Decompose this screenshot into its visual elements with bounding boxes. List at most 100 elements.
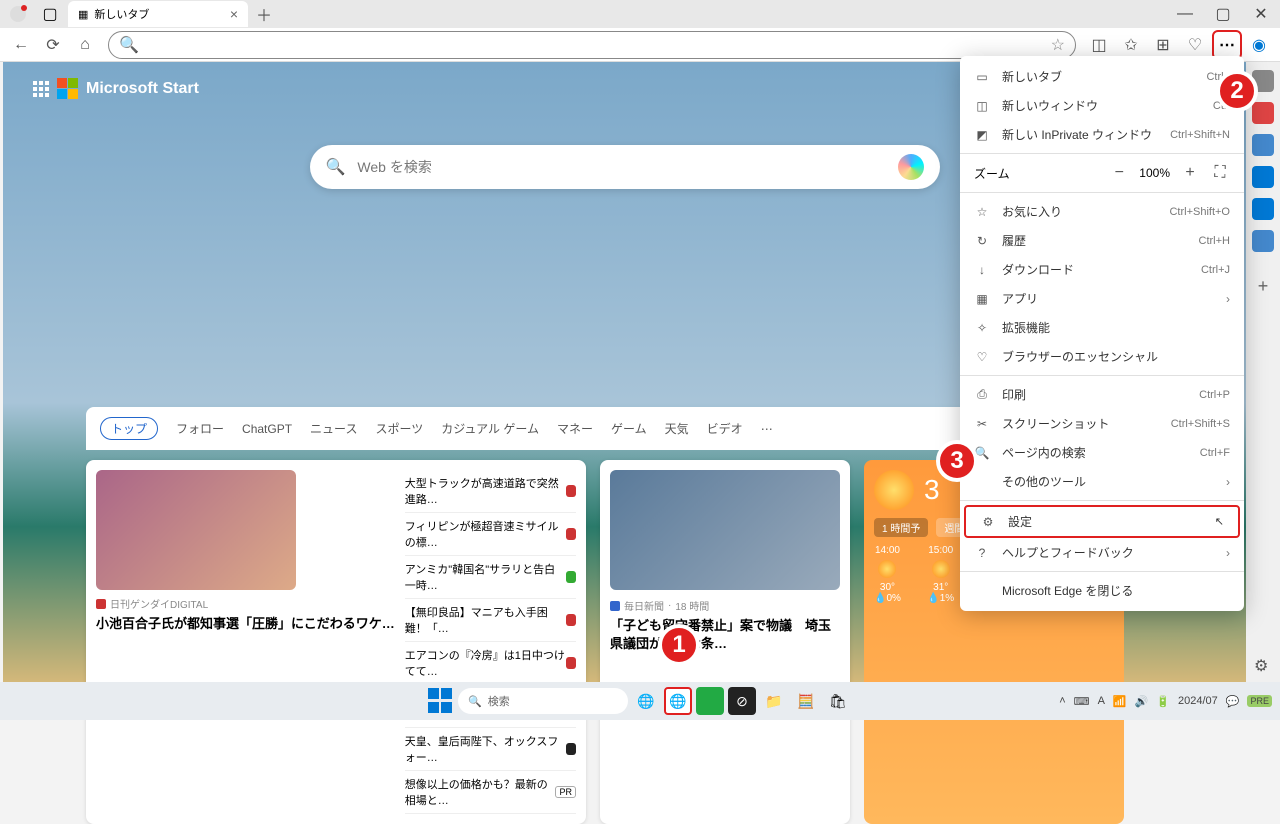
history-icon: ↻ xyxy=(974,233,990,249)
more-button[interactable]: ⋯ xyxy=(1212,30,1242,60)
feed-tab[interactable]: ゲーム xyxy=(611,420,647,437)
chevron-right-icon: › xyxy=(1226,292,1230,306)
menu-downloads[interactable]: ↓ダウンロードCtrl+J xyxy=(960,255,1244,284)
page-title: Microsoft Start xyxy=(86,80,199,98)
copilot-button[interactable]: ◉ xyxy=(1244,30,1274,60)
news-card[interactable]: 毎日新聞 · 18 時間 「子ども留守番禁止」案で物議 埼玉県議団が新たな条… xyxy=(600,460,850,824)
back-button[interactable]: ← xyxy=(6,30,36,60)
close-button[interactable]: ✕ xyxy=(1242,0,1280,28)
maximize-button[interactable]: ▢ xyxy=(1204,0,1242,28)
menu-new-inprivate[interactable]: ◩新しい InPrivate ウィンドウCtrl+Shift+N xyxy=(960,120,1244,149)
battery-icon[interactable]: 🔋 xyxy=(1156,695,1170,708)
keyboard-icon[interactable]: ⌨ xyxy=(1074,695,1090,708)
taskbar-calculator[interactable]: 🧮 xyxy=(792,687,820,715)
menu-history[interactable]: ↻履歴Ctrl+H xyxy=(960,226,1244,255)
address-bar[interactable]: 🔍 ☆ xyxy=(108,31,1076,59)
wifi-icon[interactable]: 📶 xyxy=(1113,695,1127,708)
browser-essentials-button[interactable]: ♡ xyxy=(1180,30,1210,60)
clock[interactable]: 2024/07 xyxy=(1178,695,1218,707)
search-icon: 🔍 xyxy=(119,35,139,55)
taskbar-edge[interactable]: 🌐 xyxy=(664,687,692,715)
menu-new-tab[interactable]: ▭新しいタブCtrl+ xyxy=(960,62,1244,91)
feed-more-icon[interactable]: ⋯ xyxy=(761,422,773,436)
copilot-icon[interactable] xyxy=(898,154,924,180)
sidebar-m365-icon[interactable] xyxy=(1252,166,1274,188)
menu-help[interactable]: ?ヘルプとフィードバック› xyxy=(960,538,1244,567)
search-box[interactable]: 🔍 Web を検索 xyxy=(310,145,940,189)
taskbar-app[interactable]: ⊘ xyxy=(728,687,756,715)
taskbar-search[interactable]: 🔍検索 xyxy=(458,688,628,714)
volume-icon[interactable]: 🔊 xyxy=(1135,695,1149,708)
menu-extensions[interactable]: ✧拡張機能 xyxy=(960,313,1244,342)
cursor-icon: ↖ xyxy=(1215,515,1224,528)
feed-tab[interactable]: ChatGPT xyxy=(242,422,292,436)
microsoft-logo xyxy=(57,78,78,99)
taskbar-explorer[interactable]: 📁 xyxy=(760,687,788,715)
profile-button[interactable] xyxy=(10,6,26,22)
collections-button[interactable]: ⊞ xyxy=(1148,30,1178,60)
menu-find[interactable]: 🔍ページ内の検索Ctrl+F xyxy=(960,438,1244,467)
new-tab-button[interactable]: ＋ xyxy=(256,2,272,26)
help-icon: ? xyxy=(974,545,990,561)
menu-more-tools[interactable]: その他のツール› xyxy=(960,467,1244,496)
sidebar-tools-icon[interactable] xyxy=(1252,134,1274,156)
taskbar-app[interactable] xyxy=(696,687,724,715)
browser-tab[interactable]: ▦ 新しいタブ × xyxy=(68,1,248,27)
extensions-icon: ✧ xyxy=(974,320,990,336)
refresh-button[interactable]: ⟳ xyxy=(38,30,68,60)
menu-apps[interactable]: ▦アプリ› xyxy=(960,284,1244,313)
gear-icon: ⚙ xyxy=(980,514,996,530)
system-tray[interactable]: ˄ ⌨ A 📶 🔊 🔋 2024/07 💬 PRE xyxy=(1059,695,1272,708)
weather-tab-hourly[interactable]: 1 時間予 xyxy=(874,518,928,537)
menu-settings[interactable]: ⚙設定↖ xyxy=(964,505,1240,538)
favorites-button[interactable]: ✩ xyxy=(1116,30,1146,60)
minimize-button[interactable]: — xyxy=(1166,0,1204,28)
menu-print[interactable]: ⎙印刷Ctrl+P xyxy=(960,380,1244,409)
news-title: 小池百合子氏が都知事選「圧勝」にこだわるワケ… xyxy=(96,615,395,633)
inprivate-icon: ◩ xyxy=(974,127,990,143)
ime-icon[interactable]: A xyxy=(1098,695,1105,707)
feed-tab[interactable]: マネー xyxy=(557,420,593,437)
chevron-up-icon[interactable]: ˄ xyxy=(1059,695,1065,707)
menu-new-window[interactable]: ◫新しいウィンドウCtrl xyxy=(960,91,1244,120)
menu-essentials[interactable]: ♡ブラウザーのエッセンシャル xyxy=(960,342,1244,371)
page-settings-icon[interactable]: ⚙ xyxy=(1254,656,1276,678)
taskbar-store[interactable]: 🛍 xyxy=(824,687,852,715)
sidebar-send-icon[interactable] xyxy=(1252,230,1274,252)
feed-tab[interactable]: 天気 xyxy=(665,420,689,437)
fullscreen-button[interactable]: ⛶ xyxy=(1210,164,1230,182)
menu-close-edge[interactable]: Microsoft Edge を閉じる xyxy=(960,576,1244,605)
feed-tab[interactable]: フォロー xyxy=(176,420,224,437)
screenshot-icon: ✂ xyxy=(974,416,990,432)
feed-tab[interactable]: カジュアル ゲーム xyxy=(441,420,539,437)
window-icon: ◫ xyxy=(974,98,990,114)
annotation-badge-1: 1 xyxy=(658,624,700,666)
download-icon: ↓ xyxy=(974,262,990,278)
sidebar-shopping-icon[interactable] xyxy=(1252,102,1274,124)
chevron-right-icon: › xyxy=(1226,546,1230,560)
zoom-value: 100% xyxy=(1139,166,1170,180)
menu-screenshot[interactable]: ✂スクリーンショットCtrl+Shift+S xyxy=(960,409,1244,438)
tab-actions-button[interactable]: ▢ xyxy=(40,4,60,24)
sidebar-outlook-icon[interactable] xyxy=(1252,198,1274,220)
split-screen-button[interactable]: ◫ xyxy=(1084,30,1114,60)
zoom-out-button[interactable]: − xyxy=(1109,164,1129,182)
menu-favorites[interactable]: ☆お気に入りCtrl+Shift+O xyxy=(960,197,1244,226)
menu-zoom: ズーム − 100% + ⛶ xyxy=(960,158,1244,188)
zoom-in-button[interactable]: + xyxy=(1180,164,1200,182)
sidebar-add-icon[interactable]: + xyxy=(1258,276,1269,297)
taskbar-chrome[interactable]: 🌐 xyxy=(632,687,660,715)
heart-icon: ♡ xyxy=(974,349,990,365)
feed-tab[interactable]: ニュース xyxy=(310,420,357,437)
feed-tab[interactable]: ビデオ xyxy=(707,420,743,437)
home-button[interactable]: ⌂ xyxy=(70,30,100,60)
favorite-icon[interactable]: ☆ xyxy=(1051,35,1065,55)
news-card[interactable]: 日刊ゲンダイDIGITAL 小池百合子氏が都知事選「圧勝」にこだわるワケ… 大型… xyxy=(86,460,586,824)
start-button[interactable] xyxy=(428,688,454,714)
tab-title: 新しいタブ xyxy=(94,6,149,22)
close-tab-icon[interactable]: × xyxy=(230,6,238,22)
app-launcher-icon[interactable] xyxy=(33,81,49,97)
notifications-icon[interactable]: 💬 xyxy=(1226,695,1240,708)
feed-tab[interactable]: スポーツ xyxy=(375,420,423,437)
feed-tab-top[interactable]: トップ xyxy=(100,417,158,440)
